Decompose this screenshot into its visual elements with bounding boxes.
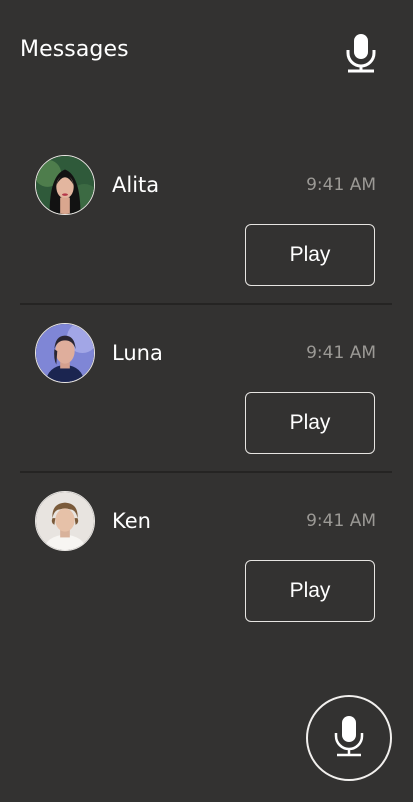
record-button[interactable]: [306, 695, 392, 781]
avatar: [35, 491, 95, 551]
header: Messages: [0, 0, 413, 105]
message-time: 9:41 AM: [306, 343, 376, 363]
play-button[interactable]: Play: [245, 392, 375, 454]
avatar: [35, 155, 95, 215]
page-title: Messages: [20, 37, 129, 62]
play-button[interactable]: Play: [245, 224, 375, 286]
list-item: Alita 9:41 AM Play: [20, 137, 392, 305]
contact-name: Luna: [112, 341, 163, 365]
avatar: [35, 323, 95, 383]
list-item: Luna 9:41 AM Play: [20, 305, 392, 473]
microphone-icon[interactable]: [344, 33, 378, 73]
contact-name: Alita: [112, 173, 160, 197]
microphone-icon: [332, 715, 366, 761]
list-item: Ken 9:41 AM Play: [20, 473, 392, 641]
messages-screen: Messages Alita 9:41 AM Play Luna 9:41 AM…: [0, 0, 413, 802]
message-time: 9:41 AM: [306, 175, 376, 195]
contact-name: Ken: [112, 509, 151, 533]
message-time: 9:41 AM: [306, 511, 376, 531]
play-button[interactable]: Play: [245, 560, 375, 622]
